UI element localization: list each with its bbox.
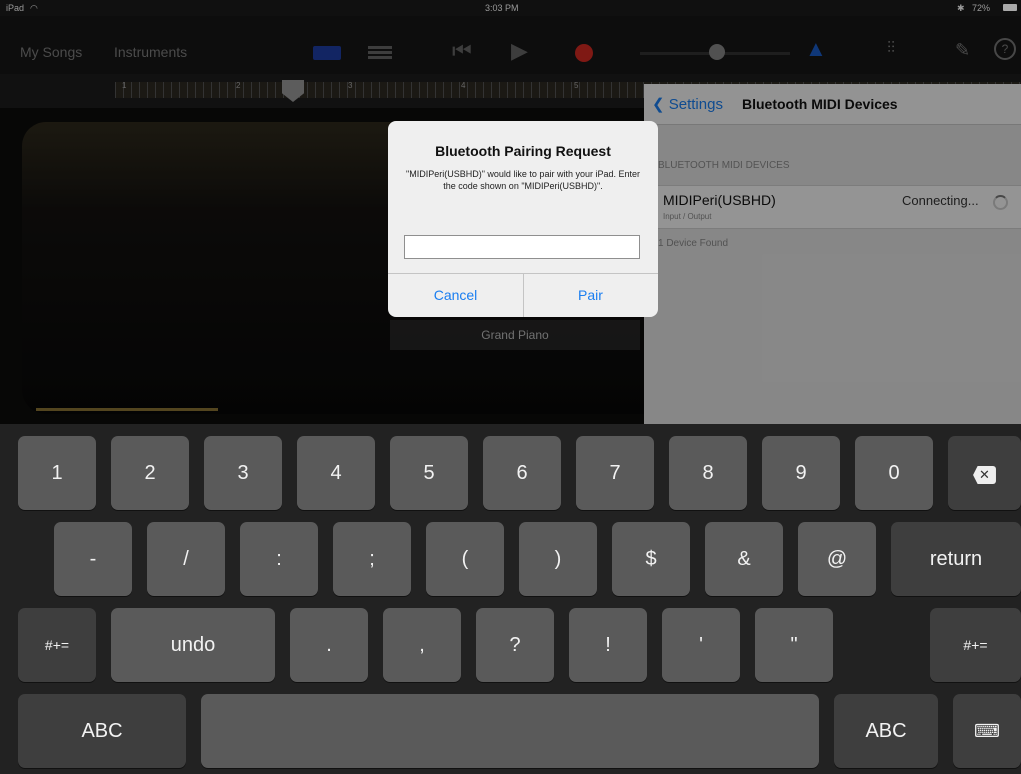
key-0[interactable]: 0 [855,436,933,510]
key-9[interactable]: 9 [762,436,840,510]
clock: 3:03 PM [485,3,519,13]
pairing-code-input[interactable] [404,235,640,259]
key-dollar[interactable]: $ [612,522,690,596]
key-5[interactable]: 5 [390,436,468,510]
key-close-paren[interactable]: ) [519,522,597,596]
key-7[interactable]: 7 [576,436,654,510]
key-quote[interactable]: " [755,608,833,682]
shift-symbols-key-left[interactable]: #+= [18,608,96,682]
pair-button[interactable]: Pair [523,273,658,317]
backspace-key[interactable]: ✕ [948,436,1021,510]
key-4[interactable]: 4 [297,436,375,510]
key-8[interactable]: 8 [669,436,747,510]
key-6[interactable]: 6 [483,436,561,510]
alert-message: "MIDIPeri(USBHD)" would like to pair wit… [406,169,640,191]
status-bar: iPad ◠ 3:03 PM ✱ 72% [0,0,1021,16]
abc-key-right[interactable]: ABC [834,694,938,768]
battery-percent: 72% [972,3,991,13]
key-colon[interactable]: : [240,522,318,596]
return-key[interactable]: return [891,522,1021,596]
key-2[interactable]: 2 [111,436,189,510]
cancel-button[interactable]: Cancel [388,273,523,317]
space-key[interactable] [201,694,819,768]
key-dash[interactable]: - [54,522,132,596]
key-open-paren[interactable]: ( [426,522,504,596]
key-ampersand[interactable]: & [705,522,783,596]
shift-symbols-key-right[interactable]: #+= [930,608,1021,682]
key-exclamation[interactable]: ! [569,608,647,682]
abc-key-left[interactable]: ABC [18,694,186,768]
hide-keyboard-icon[interactable]: ⌨ [953,694,1021,768]
alert-title: Bluetooth Pairing Request [435,143,611,159]
backspace-icon: ✕ [973,466,996,484]
key-apostrophe[interactable]: ' [662,608,740,682]
bluetooth-icon: ✱ [957,3,965,13]
key-3[interactable]: 3 [204,436,282,510]
key-slash[interactable]: / [147,522,225,596]
pairing-alert: Bluetooth Pairing Request "MIDIPeri(USBH… [388,121,658,317]
battery-icon [1003,4,1017,11]
key-question[interactable]: ? [476,608,554,682]
key-at[interactable]: @ [798,522,876,596]
key-semicolon[interactable]: ; [333,522,411,596]
key-period[interactable]: . [290,608,368,682]
device-label: iPad [6,3,25,13]
wifi-icon: ◠ [30,3,38,13]
key-1[interactable]: 1 [18,436,96,510]
undo-key[interactable]: undo [111,608,275,682]
key-comma[interactable]: , [383,608,461,682]
onscreen-keyboard: 1 2 3 4 5 6 7 8 9 0 ✕ - / : ; ( ) $ & @ … [0,424,1021,774]
